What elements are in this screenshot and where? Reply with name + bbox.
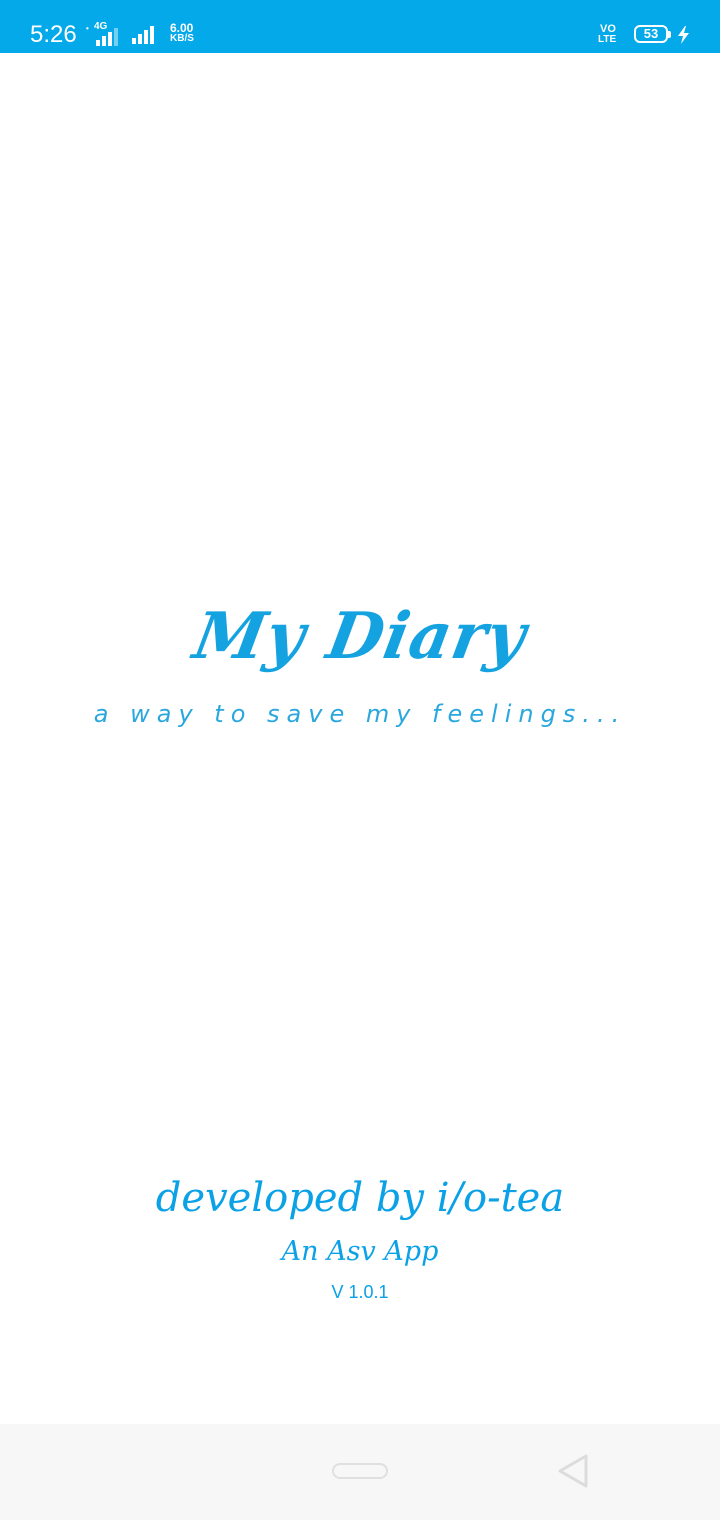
version-label: V 1.0.1	[331, 1282, 389, 1302]
volte-dot-icon: •	[86, 24, 89, 33]
battery-level: 53	[643, 26, 659, 41]
battery-tip	[668, 31, 671, 38]
brand-line: An Asv App	[281, 1236, 439, 1267]
network-indicators: 4G • 6.00 KB/S	[86, 22, 206, 46]
tagline: a way to save my feelings...	[93, 700, 627, 728]
volte-icon: VO LTE	[598, 24, 630, 46]
signal-icon	[132, 26, 154, 44]
back-icon[interactable]	[554, 1452, 592, 1490]
status-time: 5:26	[30, 21, 77, 48]
volte-bottom-label: LTE	[598, 34, 617, 45]
app-title: My Diary	[188, 599, 532, 674]
status-bar: 5:26 4G • 6.00 KB/S VO LTE 53	[0, 0, 720, 53]
battery-icon: 53	[634, 25, 668, 43]
signal-icon	[96, 28, 118, 46]
charging-icon	[678, 26, 689, 44]
navigation-bar	[0, 1424, 720, 1520]
network-speed-unit: KB/S	[170, 33, 194, 44]
developer-credit: developed by i/o-tea	[155, 1175, 565, 1221]
home-pill-icon[interactable]	[332, 1463, 388, 1479]
